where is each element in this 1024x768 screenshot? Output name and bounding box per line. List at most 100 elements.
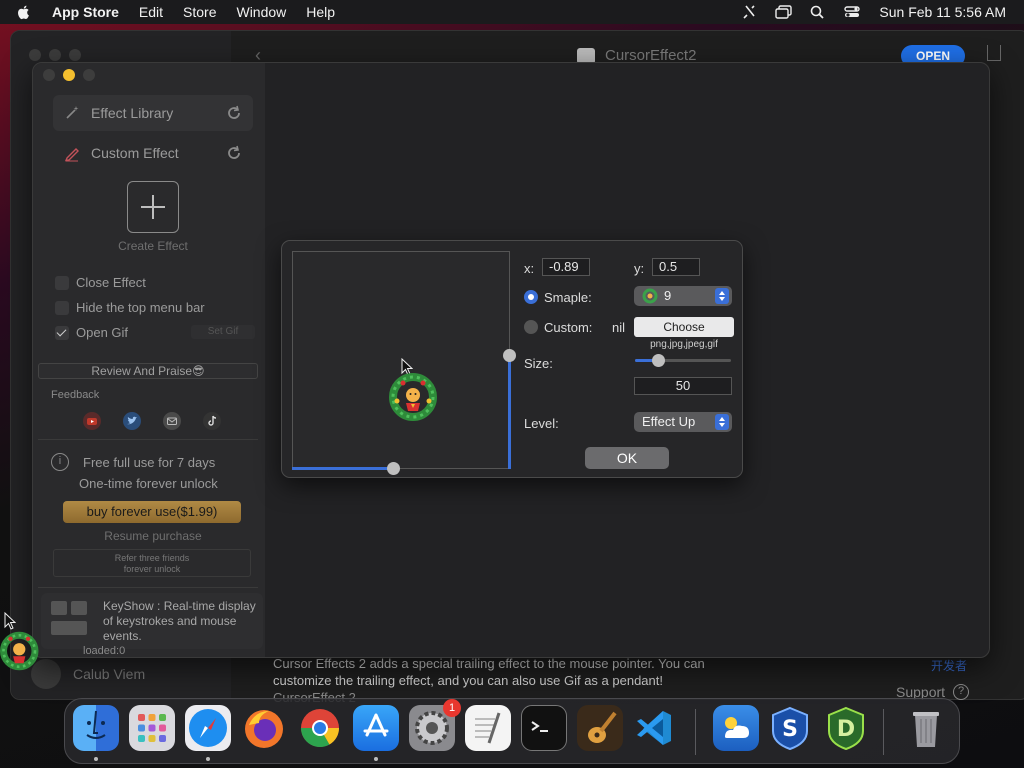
notification-badge: 1 (443, 699, 461, 717)
control-center-icon[interactable] (843, 4, 861, 20)
cursor-effect-status-icon[interactable] (741, 4, 759, 20)
spotlight-search-icon[interactable] (809, 4, 827, 20)
feedback-label: Feedback (51, 389, 100, 401)
y-offset-slider-knob[interactable] (503, 349, 516, 362)
size-field[interactable]: 50 (634, 377, 732, 395)
sidebar-item-label: Effect Library (91, 105, 174, 121)
menu-help[interactable]: Help (306, 4, 335, 20)
sparkle-wand-icon (63, 104, 81, 122)
set-gif-button[interactable]: Set Gif (191, 325, 255, 339)
refresh-icon[interactable] (225, 104, 243, 122)
dock-app-store-icon[interactable] (353, 705, 399, 751)
y-offset-field[interactable]: 0.5 (652, 258, 700, 276)
level-value: Effect Up (642, 414, 696, 429)
dock-terminal-icon[interactable] (521, 705, 567, 751)
twitter-icon[interactable] (123, 412, 141, 430)
checkbox-box (55, 325, 69, 340)
custom-radio[interactable] (524, 320, 538, 334)
supported-formats: png,jpg,jpeg,gif (650, 339, 718, 350)
dock: 1 S D (64, 698, 960, 764)
ok-button[interactable]: OK (585, 447, 669, 469)
level-popup[interactable]: Effect Up (634, 412, 732, 432)
menu-clock[interactable]: Sun Feb 11 5:56 AM (879, 4, 1006, 20)
dock-dash-icon[interactable]: D (823, 705, 869, 751)
dock-weather-icon[interactable] (713, 705, 759, 751)
youtube-icon[interactable] (83, 412, 101, 430)
sample-radio[interactable] (524, 290, 538, 304)
mail-icon[interactable] (163, 412, 181, 430)
size-label: Size: (524, 356, 553, 371)
app-store-traffic-lights (29, 49, 81, 61)
pencil-icon (63, 144, 81, 162)
divider (38, 587, 258, 588)
checkbox-label: Close Effect (76, 275, 146, 290)
checkbox-box (55, 275, 69, 290)
effect-settings-dialog: x: -0.89 y: 0.5 Smaple: 9 Custom: nil Ch… (281, 240, 743, 478)
popup-arrows-icon (715, 414, 729, 430)
close-button[interactable] (43, 69, 55, 81)
menu-store[interactable]: Store (183, 4, 216, 20)
dock-firefox-icon[interactable] (241, 705, 287, 751)
zoom-button[interactable] (69, 49, 81, 61)
resume-purchase-link[interactable]: Resume purchase (53, 529, 253, 543)
menu-bar: App Store Edit Store Window Help Sun Feb… (0, 0, 1024, 24)
dock-chrome-icon[interactable] (297, 705, 343, 751)
minimize-button[interactable] (63, 69, 75, 81)
sidebar-item-label: Custom Effect (91, 145, 179, 161)
hide-menu-bar-checkbox[interactable]: Hide the top menu bar (55, 300, 205, 315)
description-line-2: customize the trailing effect, and you c… (273, 673, 663, 688)
one-time-unlock-text: One-time forever unlock (79, 476, 218, 491)
dock-system-settings-icon[interactable]: 1 (409, 699, 461, 751)
popup-arrows-icon (715, 288, 729, 304)
close-button[interactable] (29, 49, 41, 61)
dock-setapp-icon[interactable]: S (767, 705, 813, 751)
screen-mirroring-icon[interactable] (775, 4, 793, 20)
apple-menu-icon[interactable] (16, 4, 32, 20)
dock-vscode-icon[interactable] (631, 705, 677, 751)
close-effect-checkbox[interactable]: Close Effect (55, 275, 146, 290)
running-indicator (374, 757, 378, 761)
y-offset-slider-fill (508, 355, 511, 469)
dock-textedit-icon[interactable] (465, 705, 511, 751)
refer-friends-button[interactable]: Refer three friends forever unlock (53, 549, 251, 577)
wreath-thumbnail-icon (642, 288, 658, 304)
svg-text:S: S (782, 717, 798, 742)
open-gif-checkbox[interactable]: Open Gif (55, 325, 128, 340)
sample-value: 9 (664, 288, 672, 303)
vertical-slider-track (509, 251, 510, 355)
sidebar-item-custom-effect[interactable]: Custom Effect (53, 135, 253, 171)
christmas-wreath-icon (0, 631, 39, 671)
menu-edit[interactable]: Edit (139, 4, 163, 20)
divider (38, 439, 258, 440)
cursor-effect-traffic-lights (43, 69, 95, 81)
choose-file-button[interactable]: Choose (634, 317, 734, 337)
developer-link[interactable]: 开发者 (931, 657, 967, 674)
sidebar-item-effect-library[interactable]: Effect Library (53, 95, 253, 131)
tiktok-icon[interactable] (203, 412, 221, 430)
refresh-icon[interactable] (225, 144, 243, 162)
dock-trash-icon[interactable] (903, 705, 949, 751)
keyshow-promo[interactable]: KeyShow : Real-time display of keystroke… (41, 593, 263, 649)
dock-launchpad-icon[interactable] (129, 705, 175, 751)
checkbox-label: Open Gif (76, 325, 129, 340)
size-slider-knob[interactable] (652, 354, 665, 367)
refer-line-2: forever unlock (123, 564, 181, 574)
x-offset-slider-knob[interactable] (387, 462, 400, 475)
checkbox-box (55, 300, 69, 315)
review-and-praise-button[interactable]: Review And Praise😎 (38, 363, 258, 379)
buy-forever-button[interactable]: buy forever use($1.99) (63, 501, 241, 523)
dock-finder-icon[interactable] (73, 705, 119, 751)
zoom-button[interactable] (83, 69, 95, 81)
menu-window[interactable]: Window (236, 4, 286, 20)
running-indicator (94, 757, 98, 761)
create-effect-button[interactable] (127, 181, 179, 233)
sample-popup[interactable]: 9 (634, 286, 732, 306)
share-icon[interactable] (987, 45, 1001, 61)
refer-line-1: Refer three friends (114, 553, 190, 563)
dock-garageband-icon[interactable] (577, 705, 623, 751)
minimize-button[interactable] (49, 49, 61, 61)
x-offset-field[interactable]: -0.89 (542, 258, 590, 276)
menu-app-name[interactable]: App Store (52, 4, 119, 20)
dock-safari-icon[interactable] (185, 705, 231, 751)
account-button[interactable]: Calub Viem (31, 659, 145, 689)
